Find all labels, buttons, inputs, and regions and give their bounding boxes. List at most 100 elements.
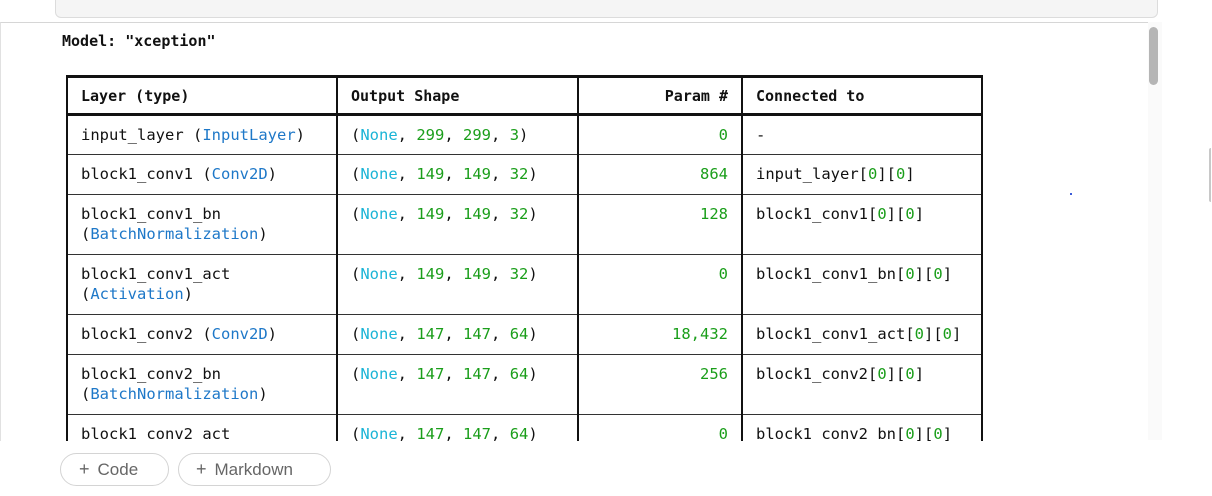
batch-dim: None (360, 126, 398, 144)
layer-type: BatchNormalization (90, 385, 259, 403)
connected-to-cell: block1_conv2_bn[0][0] (741, 414, 983, 441)
connected-layer: input_layer (756, 165, 859, 183)
param-count-cell: 0 (577, 254, 743, 315)
model-summary-table: Layer (type) Output Shape Param # Connec… (66, 75, 983, 441)
node-index: 0 (877, 365, 887, 383)
layer-cell: block1_conv1_bn (BatchNormalization) (66, 194, 338, 255)
output-shape-cell: (None, 149, 149, 32) (336, 154, 579, 195)
shape-dim: 147 (416, 325, 445, 343)
connected-to-cell: block1_conv1_act[0][0] (741, 314, 983, 355)
shape-dim: 32 (509, 265, 529, 283)
param-count: 128 (700, 205, 728, 223)
connected-layer: block1_conv2 (756, 365, 868, 383)
connected-layer: block1_conv2_bn (756, 425, 896, 441)
shape-dim: 32 (509, 165, 529, 183)
connected-to-cell: block1_conv1[0][0] (741, 194, 983, 255)
previous-cell (55, 0, 1158, 18)
shape-dim: 32 (509, 205, 529, 223)
shape-dim: 299 (463, 126, 492, 144)
table-row: block1_conv1_act (Activation) (None, 149, … (66, 254, 983, 315)
layer-name: block1_conv2 (81, 325, 193, 343)
param-count: 0 (718, 425, 728, 441)
layer-cell: input_layer (InputLayer) (66, 114, 338, 155)
shape-dim: 3 (509, 126, 520, 144)
node-index: 0 (905, 425, 915, 441)
plus-icon: + (79, 459, 90, 479)
output-shape-cell: (None, 147, 147, 64) (336, 414, 579, 441)
table-row: block1_conv2 (Conv2D) (None, 147, 147, 64… (66, 314, 983, 355)
table-row: block1_conv1_bn (BatchNormalization) (None… (66, 194, 983, 255)
output-shape-cell: (None, 147, 147, 64) (336, 354, 579, 415)
add-code-cell-button[interactable]: + Code (60, 453, 169, 486)
scrollbar-thumb[interactable] (1149, 27, 1158, 85)
param-count: 256 (700, 365, 728, 383)
layer-type: BatchNormalization (90, 225, 259, 243)
param-count-cell: 0 (577, 414, 743, 441)
tensor-index: 0 (942, 325, 953, 343)
shape-dim: 149 (416, 265, 445, 283)
layer-name: block1_conv1 (81, 165, 193, 183)
connected-layer: block1_conv1_bn (756, 265, 896, 283)
cell-output: Model: "xception" Layer (type) Output Sh… (0, 22, 1149, 441)
layer-cell: block1_conv2 (Conv2D) (66, 314, 338, 355)
layer-cell: block1_conv1_act (Activation) (66, 254, 338, 315)
connected-none: - (756, 126, 766, 144)
add-markdown-cell-button[interactable]: + Markdown (178, 453, 331, 486)
shape-dim: 64 (509, 425, 529, 441)
shape-dim: 147 (416, 365, 445, 383)
connected-to-cell: block1_conv2[0][0] (741, 354, 983, 415)
output-shape-cell: (None, 299, 299, 3) (336, 114, 579, 155)
tensor-index: 0 (933, 425, 943, 441)
shape-dim: 149 (416, 205, 445, 223)
shape-dim: 64 (509, 365, 529, 383)
connected-to-cell: block1_conv1_bn[0][0] (741, 254, 983, 315)
tensor-index: 0 (905, 205, 915, 223)
layer-name: block1_conv1_act (81, 265, 231, 283)
param-count: 0 (718, 126, 728, 144)
layer-cell: block1_conv1 (Conv2D) (66, 154, 338, 195)
table-header-row: Layer (type) Output Shape Param # Connec… (66, 75, 983, 116)
layer-type: Conv2D (211, 325, 268, 343)
output-shape-cell: (None, 149, 149, 32) (336, 254, 579, 315)
batch-dim: None (360, 205, 398, 223)
table-row: block1_conv2_act (None, 147, 147, 64) 0 blo… (66, 414, 983, 441)
output-shape-cell: (None, 147, 147, 64) (336, 314, 579, 355)
table-row: block1_conv1 (Conv2D) (None, 149, 149, 32… (66, 154, 983, 195)
header-params: Param # (577, 75, 743, 116)
shape-dim: 149 (416, 165, 445, 183)
layer-name: block1_conv1_bn (81, 205, 221, 223)
model-title: Model: "xception" (62, 32, 216, 50)
layer-cell: block1_conv2_act (66, 414, 338, 441)
shape-dim: 147 (463, 425, 492, 441)
connected-to-cell: - (741, 114, 983, 155)
header-layer: Layer (type) (66, 75, 338, 116)
batch-dim: None (360, 365, 398, 383)
param-count-cell: 0 (577, 114, 743, 155)
shape-dim: 64 (509, 325, 529, 343)
header-connected-to: Connected to (741, 75, 983, 116)
param-count-cell: 256 (577, 354, 743, 415)
shape-dim: 299 (416, 126, 445, 144)
node-index: 0 (877, 205, 887, 223)
connected-to-cell: input_layer[0][0] (741, 154, 983, 195)
param-count-cell: 128 (577, 194, 743, 255)
shape-dim: 149 (463, 205, 492, 223)
layer-cell: block1_conv2_bn (BatchNormalization) (66, 354, 338, 415)
tensor-index: 0 (905, 365, 915, 383)
param-count-cell: 864 (577, 154, 743, 195)
layer-type: Conv2D (211, 165, 268, 183)
cursor-dot (1070, 193, 1072, 195)
node-index: 0 (905, 265, 915, 283)
tensor-index: 0 (896, 165, 906, 183)
node-index: 0 (914, 325, 924, 343)
connected-layer: block1_conv1 (756, 205, 868, 223)
layer-type: InputLayer (202, 126, 296, 144)
layer-type: Activation (90, 285, 184, 303)
param-count: 864 (700, 165, 728, 183)
output-shape-cell: (None, 149, 149, 32) (336, 194, 579, 255)
param-count-cell: 18,432 (577, 314, 743, 355)
layer-name: block1_conv2_act (81, 425, 231, 441)
shape-dim: 149 (463, 165, 492, 183)
param-count: 18,432 (672, 325, 728, 343)
add-markdown-label: Markdown (214, 459, 293, 479)
